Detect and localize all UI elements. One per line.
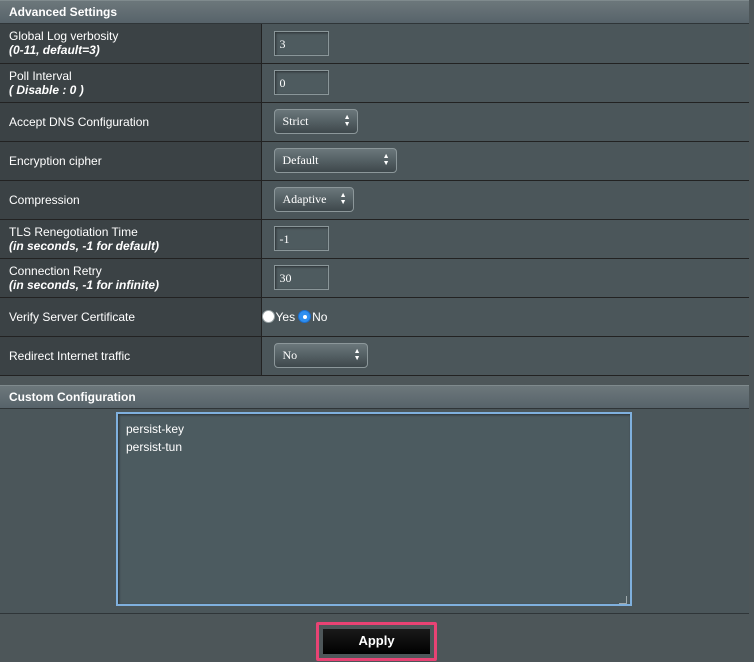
- table-row: Verify Server Certificate Yes No: [0, 297, 750, 337]
- encryption-cipher-value: Default: [282, 153, 319, 167]
- tls-renegotiation-hint: (in seconds, -1 for default): [9, 238, 160, 253]
- connection-retry-label: Connection Retry: [9, 263, 102, 278]
- table-row: Global Log verbosity (0-11, default=3) 3: [0, 24, 749, 64]
- select-arrows-icon: ▲ ▼: [382, 152, 390, 167]
- connection-retry-hint: (in seconds, -1 for infinite): [9, 277, 160, 292]
- select-arrows-icon: ▲ ▼: [339, 191, 347, 206]
- redirect-traffic-select[interactable]: No ▲ ▼: [273, 343, 368, 368]
- select-arrows-icon: ▲ ▼: [353, 347, 361, 362]
- advanced-settings-title: Advanced Settings: [0, 0, 749, 24]
- advanced-settings-panel: Advanced Settings Global Log verbosity (…: [0, 0, 749, 376]
- table-row: Poll Interval ( Disable : 0 ) 0: [0, 63, 749, 103]
- accept-dns-value: Strict: [282, 114, 309, 128]
- log-verbosity-hint: (0-11, default=3): [9, 43, 100, 58]
- poll-interval-input[interactable]: 0: [273, 70, 329, 95]
- advanced-settings-table: Global Log verbosity (0-11, default=3) 3…: [0, 24, 749, 376]
- verify-cert-radio-group: Yes No: [261, 309, 750, 324]
- log-verbosity-input[interactable]: 3: [273, 30, 329, 56]
- table-row: TLS Renegotiation Time (in seconds, -1 f…: [0, 219, 749, 259]
- verify-cert-yes-label: Yes: [275, 309, 296, 324]
- verify-cert-yes-radio[interactable]: [261, 310, 275, 323]
- verify-cert-no-label: No: [312, 309, 328, 324]
- custom-config-panel: Custom Configuration persist-key persist…: [0, 385, 749, 614]
- accept-dns-select[interactable]: Strict ▲ ▼: [273, 109, 358, 134]
- redirect-traffic-value: No: [282, 348, 298, 362]
- table-row: Accept DNS Configuration Strict ▲ ▼: [0, 102, 749, 142]
- tls-renegotiation-label: TLS Renegotiation Time: [9, 224, 138, 239]
- table-row: Encryption cipher Default ▲ ▼: [0, 141, 749, 181]
- compression-value: Adaptive: [282, 192, 327, 206]
- custom-config-title: Custom Configuration: [0, 385, 749, 409]
- apply-highlight: Apply: [316, 622, 437, 661]
- table-row: Compression Adaptive ▲ ▼: [0, 180, 749, 220]
- apply-button[interactable]: Apply: [323, 629, 430, 654]
- connection-retry-input[interactable]: 30: [273, 265, 329, 290]
- poll-interval-hint: ( Disable : 0 ): [9, 82, 84, 97]
- encryption-cipher-label: Encryption cipher: [9, 153, 102, 168]
- table-row: Redirect Internet traffic No ▲ ▼: [0, 336, 749, 376]
- log-verbosity-label: Global Log verbosity: [9, 29, 119, 44]
- redirect-traffic-label: Redirect Internet traffic: [9, 348, 131, 363]
- poll-interval-label: Poll Interval: [9, 68, 72, 83]
- compression-label: Compression: [9, 192, 80, 207]
- table-row: Connection Retry (in seconds, -1 for inf…: [0, 258, 749, 298]
- tls-renegotiation-input[interactable]: -1: [273, 226, 329, 251]
- accept-dns-label: Accept DNS Configuration: [9, 114, 150, 129]
- select-arrows-icon: ▲ ▼: [343, 113, 351, 128]
- compression-select[interactable]: Adaptive ▲ ▼: [273, 187, 354, 212]
- resize-grip-icon[interactable]: [619, 596, 627, 604]
- custom-config-textarea[interactable]: persist-key persist-tun: [116, 412, 632, 606]
- verify-cert-no-radio[interactable]: [298, 310, 312, 323]
- encryption-cipher-select[interactable]: Default ▲ ▼: [273, 148, 397, 173]
- verify-cert-label: Verify Server Certificate: [9, 309, 136, 324]
